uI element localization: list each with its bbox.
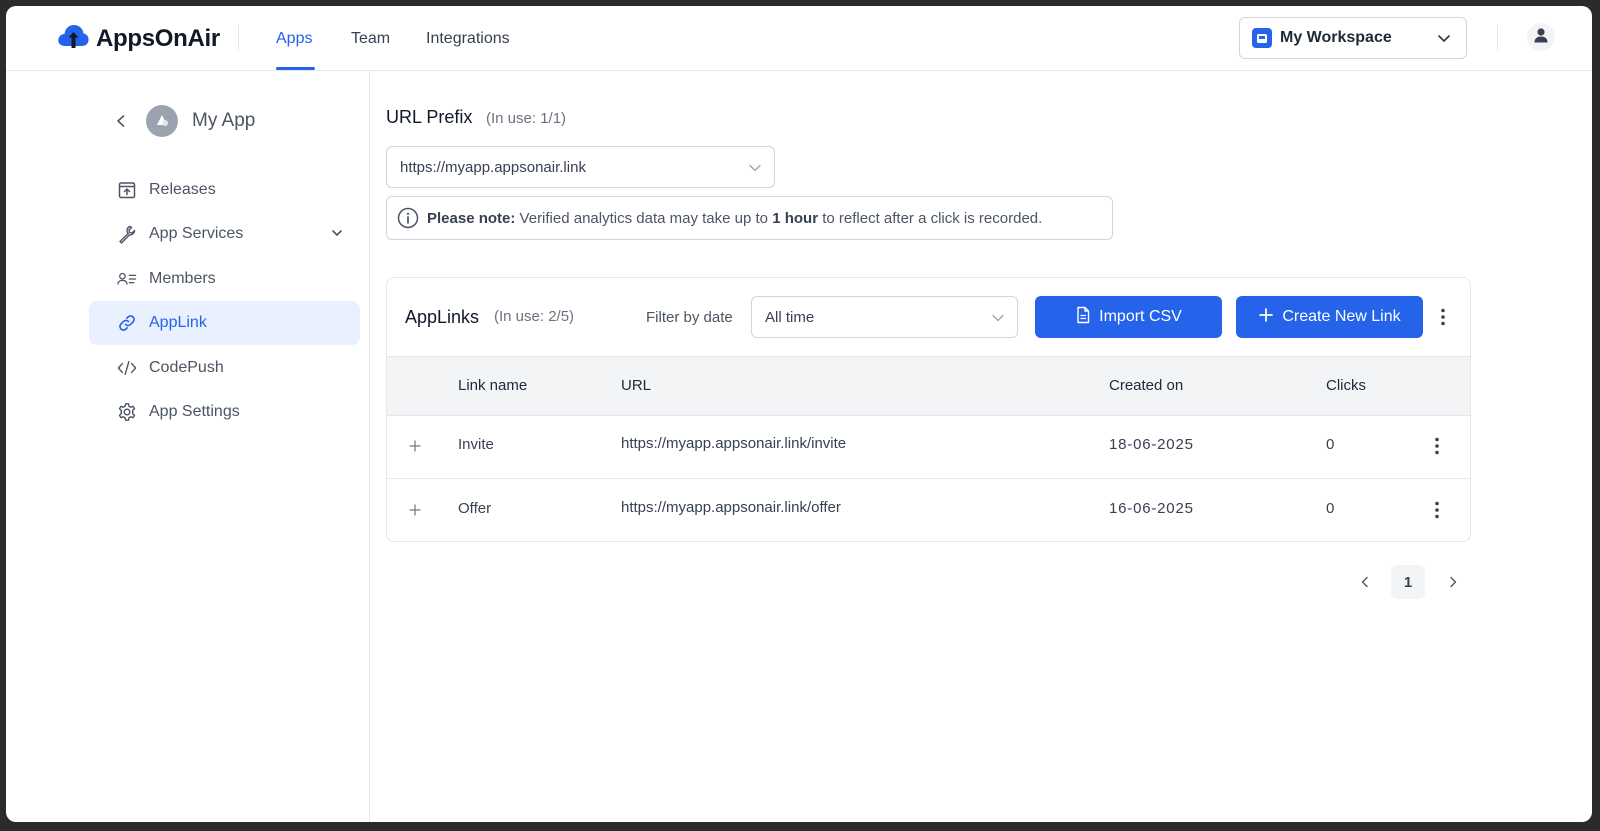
created-on-cell: 16-06-2025 [1109,500,1194,517]
sidebar-item-app-services[interactable]: App Services [89,212,360,256]
main-content: URL Prefix (In use: 1/1) https://myapp.a… [370,71,1592,822]
app-name: My App [192,110,256,131]
url-prefix-value: https://myapp.appsonair.link [400,158,586,176]
user-avatar[interactable] [1527,23,1555,51]
column-header-clicks: Clicks [1326,377,1366,394]
applinks-card: AppLinks (In use: 2/5) Filter by date Al… [386,277,1471,542]
expand-plus-icon[interactable] [407,502,423,518]
sidebar-item-label: App Services [149,225,244,242]
active-tab-indicator [276,67,315,70]
plus-icon [1258,307,1282,328]
next-page-icon[interactable] [1436,565,1470,599]
tab-team[interactable]: Team [351,30,390,48]
upload-box-icon [117,180,137,200]
chevron-down-icon[interactable] [330,226,344,245]
sidebar-item-releases[interactable]: Releases [89,168,360,212]
app-window: AppsOnAir Apps Team Integrations My Work… [6,6,1592,822]
wrench-icon [117,224,137,244]
row-more-options-icon[interactable] [1427,500,1447,520]
table-row: Invite https://myapp.appsonair.link/invi… [387,415,1470,479]
note-bold-duration: 1 hour [772,209,819,227]
url-prefix-title: URL Prefix [386,107,473,127]
link-icon [117,313,137,333]
link-name-cell: Offer [458,500,492,517]
create-new-link-label: Create New Link [1282,308,1401,325]
create-new-link-button[interactable]: Create New Link [1236,296,1423,338]
cloud-upload-logo-icon [56,22,90,55]
column-header-url: URL [621,377,652,394]
filter-by-date-label: Filter by date [646,309,733,326]
sidebar: My App Releases App Services Members App… [6,71,370,822]
tab-integrations[interactable]: Integrations [426,30,510,48]
document-icon [1075,306,1099,329]
row-more-options-icon[interactable] [1427,436,1447,456]
expand-plus-icon[interactable] [407,438,423,454]
sidebar-item-codepush[interactable]: CodePush [89,346,360,390]
members-icon [117,269,137,289]
note-text: Please note: Verified analytics data may… [427,210,1042,227]
table-header: Link name URL Created on Clicks [387,356,1470,416]
workspace-icon [1252,28,1272,48]
note-bold-label: Please note: [427,209,516,227]
clicks-cell: 0 [1326,436,1335,453]
chevron-down-icon [1436,30,1452,51]
sidebar-item-applink[interactable]: AppLink [89,301,360,345]
logo[interactable]: AppsOnAir [56,22,220,55]
import-csv-label: Import CSV [1099,308,1182,325]
tab-apps[interactable]: Apps [276,30,312,48]
url-cell: https://myapp.appsonair.link/invite [621,435,847,452]
clicks-cell: 0 [1326,500,1335,517]
table-row: Offer https://myapp.appsonair.link/offer… [387,479,1470,541]
user-icon [1532,26,1550,49]
prev-page-icon[interactable] [1348,565,1382,599]
sidebar-item-label: Members [149,270,216,287]
workspace-label: My Workspace [1280,29,1392,46]
date-filter-select[interactable]: All time [751,296,1018,338]
divider [238,25,239,51]
page-number-button[interactable]: 1 [1391,565,1425,599]
url-prefix-select[interactable]: https://myapp.appsonair.link [386,146,775,188]
sidebar-item-label: App Settings [149,403,240,420]
sidebar-item-app-settings[interactable]: App Settings [89,390,360,434]
divider [1497,25,1498,51]
date-filter-value: All time [765,308,815,326]
chevron-down-icon [991,311,1005,330]
url-cell: https://myapp.appsonair.link/offer [621,499,841,516]
note-text-before: Verified analytics data may take up to [519,209,769,227]
chevron-down-icon [748,161,762,180]
gear-icon [117,402,137,422]
note-text-after: to reflect after a click is recorded. [822,209,1043,227]
link-name-cell: Invite [458,436,494,453]
app-header: My App [111,105,255,137]
logo-text: AppsOnAir [96,24,220,52]
created-on-cell: 18-06-2025 [1109,436,1194,453]
sidebar-item-label: CodePush [149,359,224,376]
info-icon [397,207,419,229]
column-header-created-on: Created on [1109,377,1184,394]
app-avatar [146,105,178,137]
applinks-usage: (In use: 2/5) [494,308,575,325]
sidebar-item-label: AppLink [149,314,207,331]
top-navbar: AppsOnAir Apps Team Integrations My Work… [6,6,1592,71]
url-prefix-usage: (In use: 1/1) [486,110,567,127]
code-icon [117,358,137,378]
import-csv-button[interactable]: Import CSV [1035,296,1222,338]
sidebar-item-members[interactable]: Members [89,257,360,301]
workspace-selector[interactable]: My Workspace [1239,17,1467,59]
applinks-title: AppLinks [405,307,480,327]
back-arrow-icon[interactable] [111,111,131,131]
more-options-icon[interactable] [1433,307,1453,327]
current-page: 1 [1391,565,1425,599]
analytics-note: Please note: Verified analytics data may… [386,196,1113,240]
column-header-link-name: Link name [458,377,528,394]
sidebar-item-label: Releases [149,181,216,198]
